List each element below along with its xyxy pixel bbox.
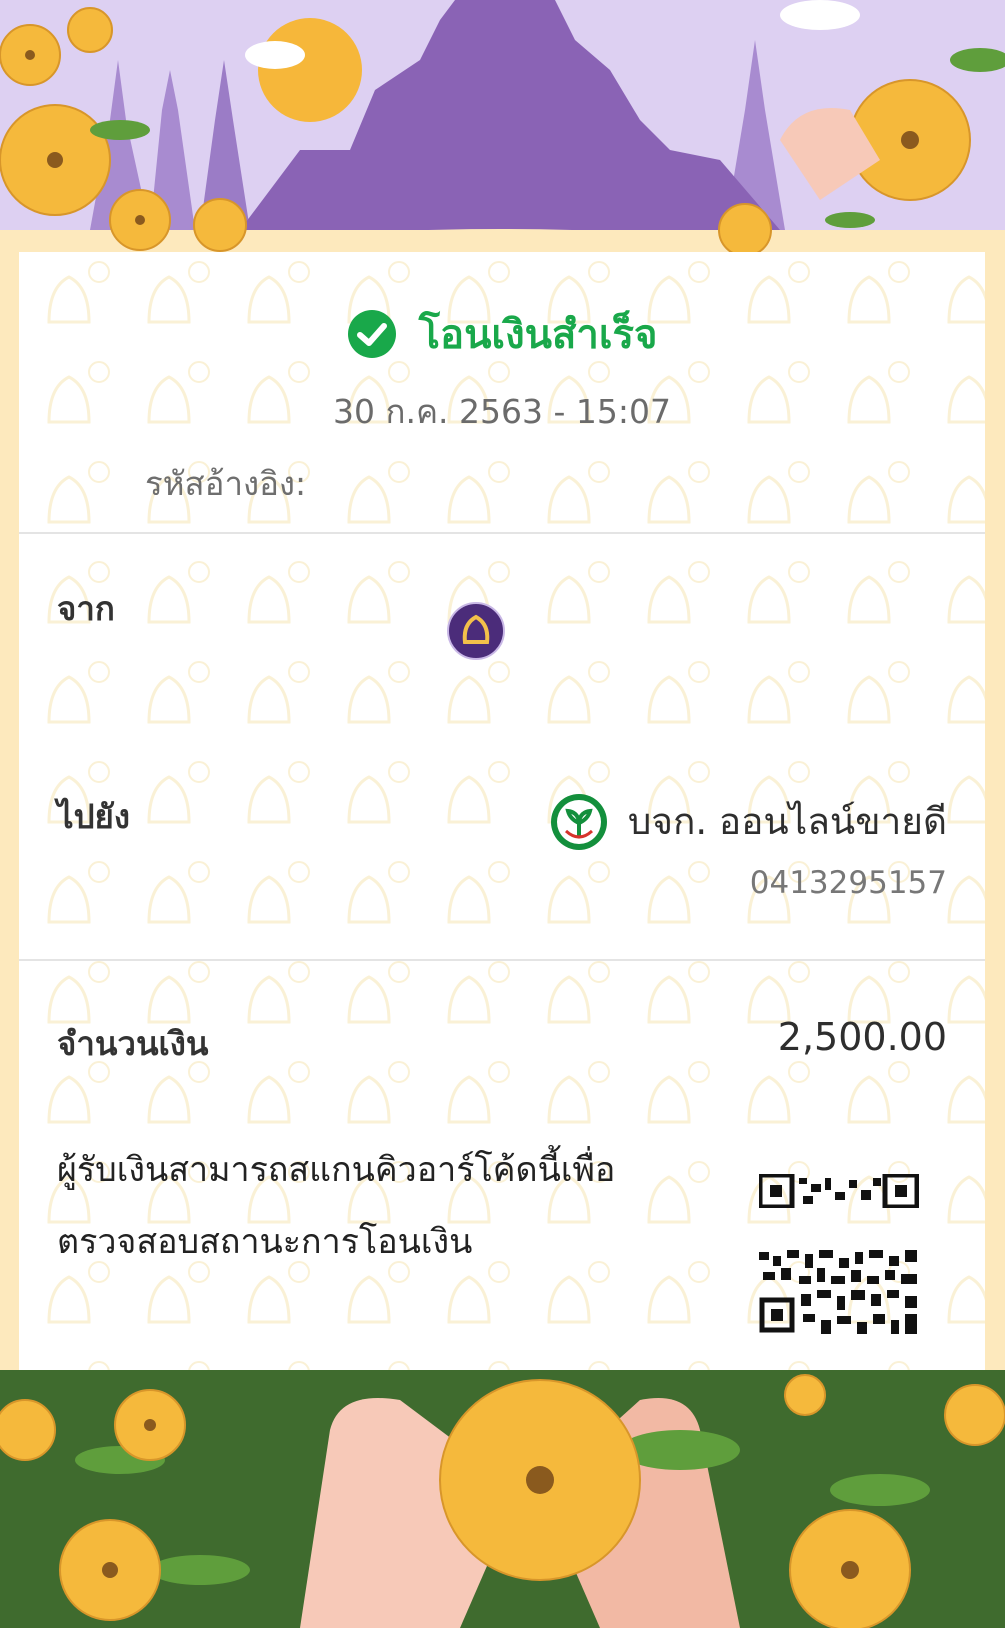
check-circle-icon (347, 310, 396, 358)
divider (19, 959, 985, 961)
qr-code-icon (759, 1174, 919, 1208)
qr-instructions: ผู้รับเงินสามารถสแกนคิวอาร์โค้ดนี้เพื่อ … (57, 1150, 616, 1262)
amount-label: จำนวนเงิน (57, 1024, 209, 1063)
amount-value: 2,500.00 (777, 1015, 947, 1059)
status-text: โอนเงินสำเร็จ (418, 312, 658, 358)
sender-bank-logo-icon (447, 602, 505, 660)
receipt-card: โอนเงินสำเร็จ 30 ก.ค. 2563 - 15:07 รหัสอ… (19, 252, 985, 1382)
recipient-name-text: บจก. ออนไลน์ขายดี (627, 800, 947, 843)
reference-label: รหัสอ้างอิง: (145, 464, 307, 503)
transfer-status: โอนเงินสำเร็จ (19, 302, 985, 366)
transfer-datetime: 30 ก.ค. 2563 - 15:07 (333, 392, 671, 431)
footer-flower-illustration (0, 1370, 1005, 1628)
to-label: ไปยัง (57, 797, 130, 836)
header-temple-illustration (0, 0, 1005, 258)
receiver-bank-logo-icon (550, 793, 607, 850)
divider (19, 532, 985, 534)
recipient-account-number: 0413295157 (749, 865, 947, 901)
from-label: จาก (57, 589, 115, 628)
qr-code-icon (759, 1250, 917, 1334)
recipient-name: บจก. ออนไลน์ขายดี (550, 792, 947, 851)
